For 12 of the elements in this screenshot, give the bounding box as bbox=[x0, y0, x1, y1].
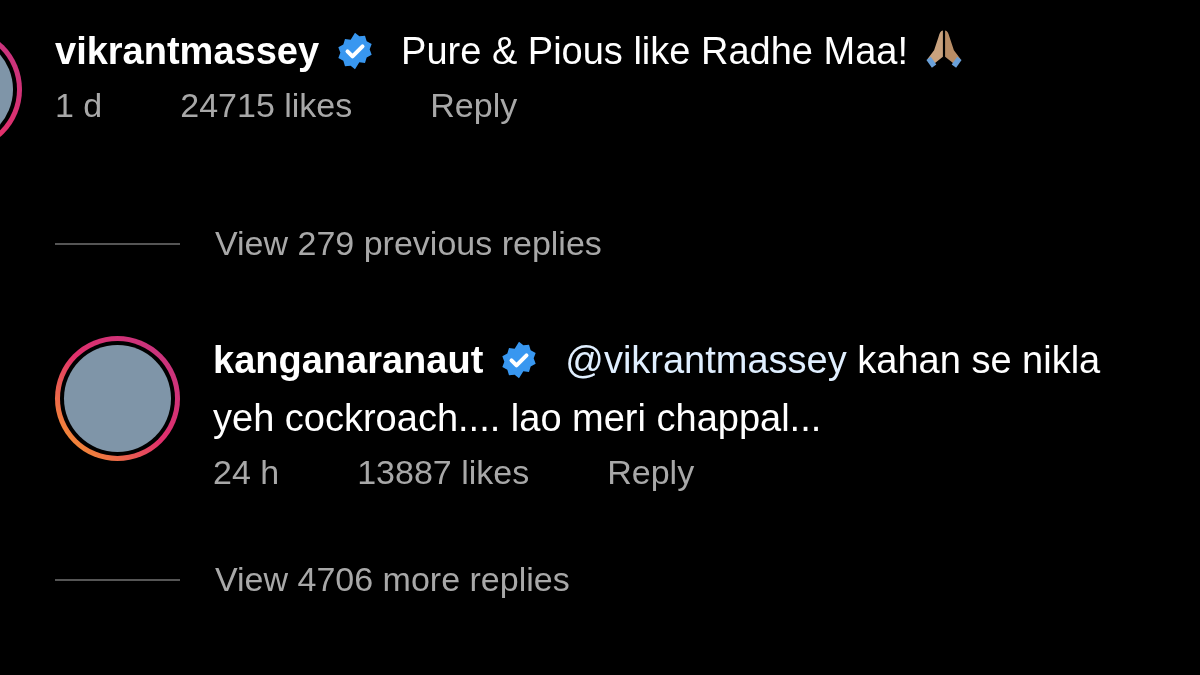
likes-count[interactable]: 13887 likes bbox=[357, 453, 530, 492]
view-replies-link[interactable]: View 4706 more replies bbox=[215, 560, 570, 599]
comment-time: 1 d bbox=[55, 86, 103, 125]
reply-button[interactable]: Reply bbox=[607, 453, 695, 492]
comment-time: 24 h bbox=[213, 453, 280, 492]
username[interactable]: vikrantmassey bbox=[55, 30, 320, 72]
reply-button[interactable]: Reply bbox=[430, 86, 518, 125]
username[interactable]: kanganaranaut bbox=[213, 339, 484, 381]
comment-text: Pure & Pious like Radhe Maa! bbox=[401, 30, 908, 72]
mention-link[interactable]: @vikrantmassey bbox=[565, 339, 847, 381]
likes-count[interactable]: 24715 likes bbox=[180, 86, 353, 125]
view-replies-link[interactable]: View 279 previous replies bbox=[215, 224, 602, 263]
